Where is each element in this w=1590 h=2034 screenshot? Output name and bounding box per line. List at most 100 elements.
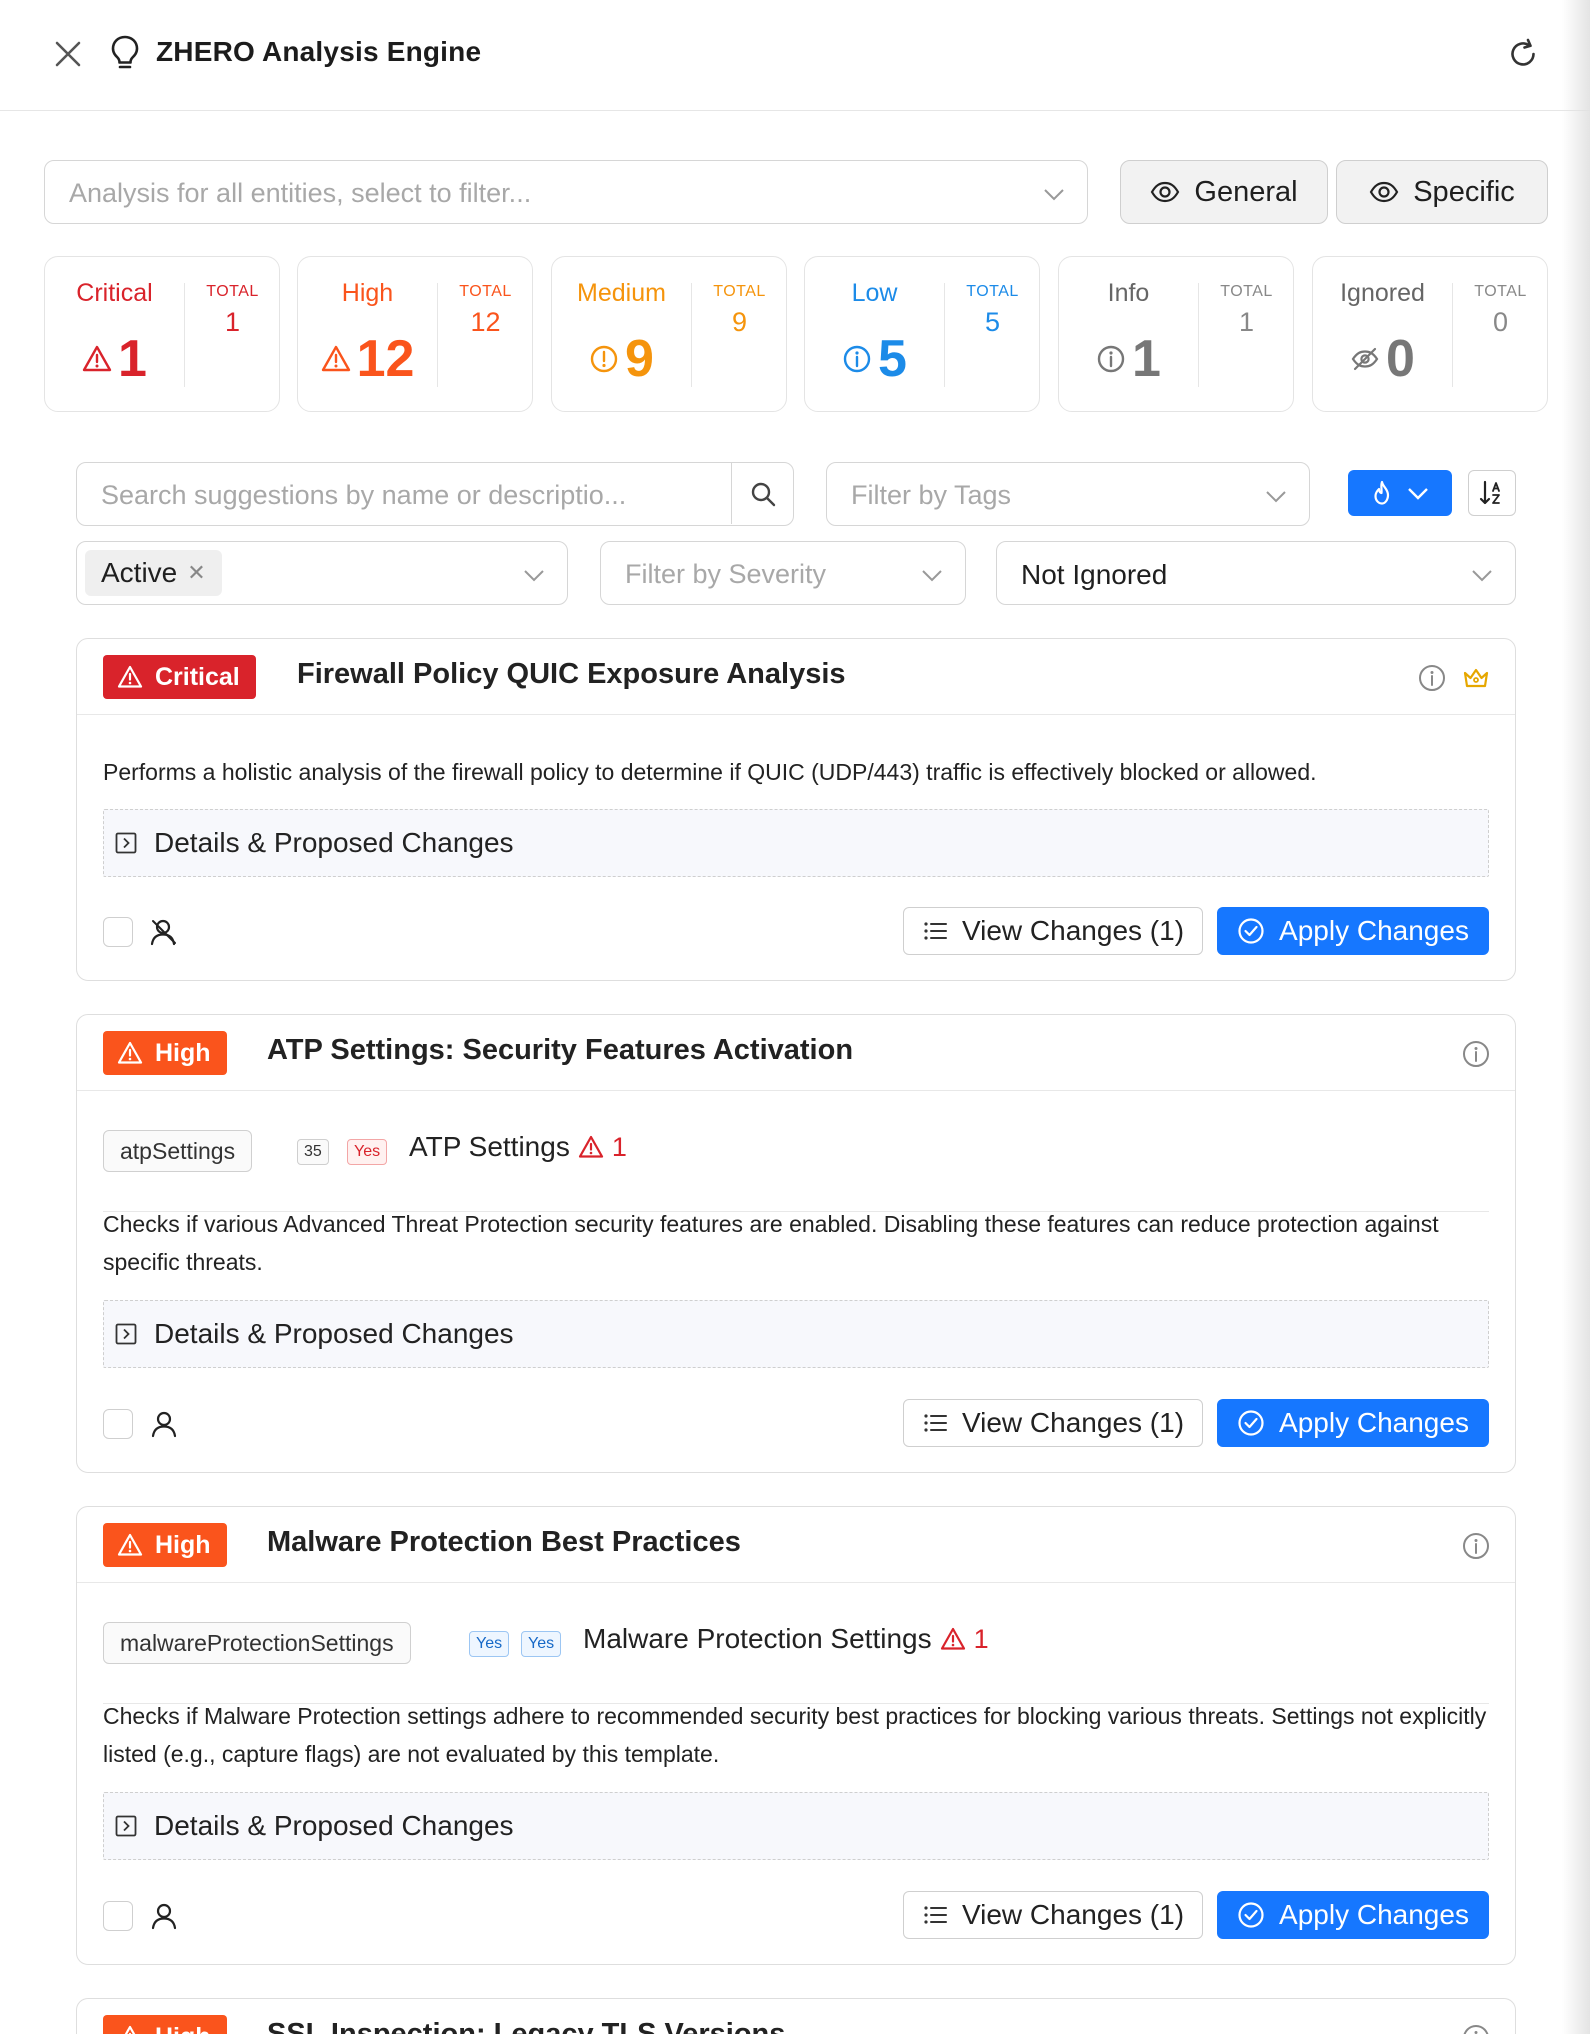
status-tag-label: Active	[101, 557, 178, 588]
suggestion-card: High ATP Settings: Security Features Act…	[76, 1014, 1516, 1473]
entity-key-tag: malwareProtectionSettings	[103, 1622, 411, 1664]
severity-label: High	[155, 1038, 211, 1067]
tags-filter-select[interactable]: Filter by Tags	[826, 462, 1310, 526]
stat-total-label: TOTAL	[459, 283, 512, 300]
stat-card-low[interactable]: Low 5 TOTAL 5	[804, 256, 1040, 412]
severity-label: High	[155, 1530, 211, 1559]
warning-triangle-icon	[117, 1041, 143, 1064]
stat-total-value: 1	[224, 307, 241, 337]
entity-key-tag: atpSettings	[103, 1130, 253, 1172]
card-header: High Malware Protection Best Practices	[77, 1507, 1515, 1583]
card-title: Firewall Policy QUIC Exposure Analysis	[297, 658, 846, 690]
details-label: Details & Proposed Changes	[154, 1318, 514, 1349]
sort-ascending-icon	[1479, 480, 1500, 505]
chevron-down-icon	[1408, 488, 1428, 500]
stat-card-info[interactable]: Info 1 TOTAL 1	[1058, 256, 1294, 412]
exclamation-circle-icon	[590, 345, 618, 373]
warning-triangle-icon	[578, 1135, 603, 1158]
check-circle-icon	[1238, 918, 1264, 944]
entity-filter-select[interactable]: Analysis for all entities, select to fil…	[44, 160, 1088, 224]
stat-value: 1	[118, 330, 147, 388]
sort-order-button[interactable]	[1468, 470, 1516, 516]
ignored-filter-value: Not Ignored	[1021, 559, 1168, 590]
stat-card-ignored[interactable]: Ignored 0 TOTAL 0	[1312, 256, 1548, 412]
details-label: Details & Proposed Changes	[154, 827, 514, 858]
tags-filter-placeholder: Filter by Tags	[851, 480, 1012, 510]
lightbulb-icon	[108, 34, 142, 72]
select-checkbox[interactable]	[103, 1901, 133, 1931]
warning-triangle-icon	[321, 345, 350, 372]
severity-badge: High	[103, 2015, 227, 2034]
refresh-icon[interactable]	[1505, 36, 1541, 72]
sort-field-dropdown[interactable]	[1348, 470, 1452, 516]
stat-total-label: TOTAL	[966, 283, 1019, 300]
search-button[interactable]	[731, 463, 793, 524]
severity-filter-select[interactable]: Filter by Severity	[600, 541, 966, 605]
count-badge: 35	[297, 1139, 329, 1165]
info-icon[interactable]	[1417, 663, 1447, 693]
stat-card-medium[interactable]: Medium 9 TOTAL 9	[551, 256, 787, 412]
info-circle-icon	[1097, 345, 1125, 373]
apply-changes-button[interactable]: Apply Changes	[1217, 1399, 1489, 1447]
card-title: ATP Settings: Security Features Activati…	[267, 1034, 854, 1066]
status-badge: Yes	[347, 1139, 388, 1165]
card-description: Checks if various Advanced Threat Protec…	[103, 1211, 1439, 1275]
remove-tag-icon[interactable]: ✕	[187, 560, 205, 586]
user-icon[interactable]	[149, 1409, 179, 1439]
stat-label: Info	[1107, 279, 1150, 307]
severity-label: Critical	[155, 662, 240, 691]
card-footer: View Changes (1) Apply Changes	[103, 1399, 1489, 1447]
panel-header: ZHERO Analysis Engine	[0, 0, 1590, 111]
stat-value-row: 9	[552, 329, 691, 389]
stat-value-row: 0	[1313, 329, 1452, 389]
stat-total-value: 9	[731, 307, 748, 337]
warning-triangle-icon	[82, 345, 112, 372]
stat-card-high[interactable]: High 12 TOTAL 12	[297, 256, 533, 412]
apply-changes-button[interactable]: Apply Changes	[1217, 907, 1489, 955]
entity-name-label: Malware Protection Settings	[583, 1623, 932, 1654]
stat-total-value: 12	[470, 307, 501, 337]
apply-changes-label: Apply Changes	[1279, 915, 1469, 946]
info-icon[interactable]	[1461, 2023, 1491, 2034]
list-icon	[924, 1906, 947, 1924]
specific-view-button[interactable]: Specific	[1336, 160, 1548, 224]
stat-label: Critical	[76, 279, 153, 307]
general-view-button[interactable]: General	[1120, 160, 1328, 224]
view-changes-button[interactable]: View Changes (1)	[903, 907, 1203, 955]
info-icon[interactable]	[1461, 1531, 1491, 1561]
assign-user-icon[interactable]	[149, 917, 179, 947]
stat-value-row: 12	[298, 329, 437, 389]
view-changes-button[interactable]: View Changes (1)	[903, 1399, 1203, 1447]
ignored-filter-select[interactable]: Not Ignored	[996, 541, 1516, 605]
info-circle-icon	[843, 345, 871, 373]
stat-total-label: TOTAL	[713, 283, 766, 300]
card-footer: View Changes (1) Apply Changes	[103, 907, 1489, 955]
close-icon[interactable]	[50, 36, 86, 72]
flame-icon	[1374, 480, 1390, 505]
apply-changes-label: Apply Changes	[1279, 1899, 1469, 1930]
panel-title: ZHERO Analysis Engine	[156, 36, 482, 67]
details-toggle[interactable]: Details & Proposed Changes	[103, 1792, 1489, 1860]
stat-label: Low	[851, 279, 898, 307]
info-icon[interactable]	[1461, 1039, 1491, 1069]
details-toggle[interactable]: Details & Proposed Changes	[103, 809, 1489, 877]
apply-changes-button[interactable]: Apply Changes	[1217, 1891, 1489, 1939]
warning-triangle-icon	[117, 1533, 143, 1556]
stat-value-row: 5	[805, 329, 944, 389]
stat-card-critical[interactable]: Critical 1 TOTAL 1	[44, 256, 280, 412]
list-icon	[924, 922, 947, 940]
select-checkbox[interactable]	[103, 917, 133, 947]
stat-total-value: 1	[1238, 307, 1255, 337]
search-input[interactable]: Search suggestions by name or descriptio…	[76, 462, 794, 526]
status-filter-select[interactable]: Active ✕	[76, 541, 568, 605]
view-changes-label: View Changes (1)	[961, 1407, 1185, 1438]
details-toggle[interactable]: Details & Proposed Changes	[103, 1300, 1489, 1368]
list-icon	[924, 1414, 947, 1432]
warning-triangle-icon	[117, 665, 143, 688]
severity-badge: High	[103, 1523, 227, 1567]
select-checkbox[interactable]	[103, 1409, 133, 1439]
severity-badge: Critical	[103, 655, 256, 699]
card-title: SSL Inspection: Legacy TLS Versions	[267, 2018, 786, 2034]
view-changes-button[interactable]: View Changes (1)	[903, 1891, 1203, 1939]
user-icon[interactable]	[149, 1901, 179, 1931]
